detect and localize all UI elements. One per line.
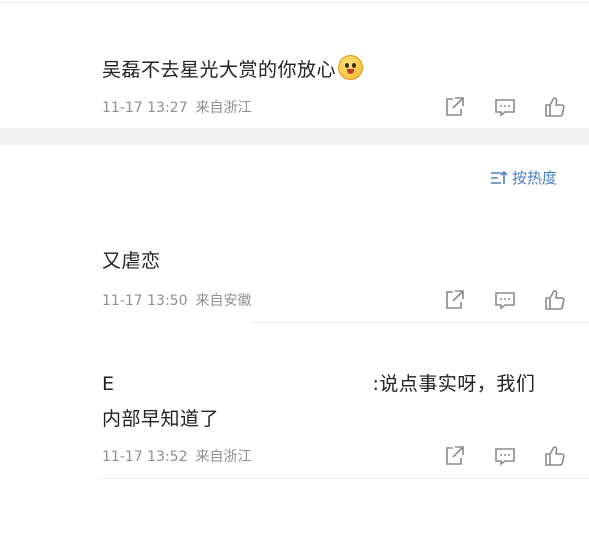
comment-3-time: 11-17 13:52 xyxy=(102,449,188,465)
comment-3-actions xyxy=(440,444,570,468)
comment-2-location: 来自安徽 xyxy=(195,293,252,309)
sort-lines-icon xyxy=(490,170,508,190)
comment-2-text: 又虐恋 xyxy=(102,246,161,276)
share-icon xyxy=(446,97,464,116)
comment-3-line-1: E :说点事实呀，我们 xyxy=(102,369,535,399)
top-divider xyxy=(0,2,589,3)
share-icon xyxy=(446,446,464,465)
comment-divider xyxy=(100,478,589,479)
comment-1-actions xyxy=(440,95,570,119)
comment-1-time: 11-17 13:27 xyxy=(102,100,188,116)
section-separator xyxy=(0,128,589,145)
like-icon xyxy=(545,446,565,466)
sort-label: 按热度 xyxy=(512,169,558,187)
comment-2-meta: 11-17 13:50 来自安徽 xyxy=(102,290,251,310)
like-button[interactable] xyxy=(543,288,567,312)
comment-1-text: 吴磊不去星光大赏的你放心 xyxy=(102,55,364,85)
comment-button[interactable] xyxy=(493,95,517,119)
comment-divider xyxy=(250,322,589,323)
comment-1-meta: 11-17 13:27 来自浙江 xyxy=(102,97,251,117)
like-button[interactable] xyxy=(543,95,567,119)
comment-button[interactable] xyxy=(493,288,517,312)
comment-3-location: 来自浙江 xyxy=(195,449,252,465)
comment-3-line-2-tail: 了 xyxy=(199,408,220,430)
comment-1-location: 来自浙江 xyxy=(195,100,252,116)
comment-icon xyxy=(495,448,515,466)
share-button[interactable] xyxy=(442,288,466,312)
redacted-region xyxy=(115,373,373,393)
share-icon xyxy=(446,290,464,309)
comment-2-body: 又虐恋 xyxy=(102,250,161,272)
comment-icon xyxy=(495,99,515,117)
sort-by-heat-button[interactable]: 按热度 xyxy=(490,167,557,190)
comment-2-time: 11-17 13:50 xyxy=(102,293,188,309)
comment-feed: 吴磊不去星光大赏的你放心 11-17 13:27 来自浙江 按热度 又虐恋 11-… xyxy=(0,0,589,551)
comment-3-line-2-text: 内部早知道 xyxy=(102,408,200,430)
comment-1-body: 吴磊不去星光大赏的你放心 xyxy=(102,59,337,81)
comment-3-line-2: 内部早知道了 xyxy=(102,404,219,434)
like-button[interactable] xyxy=(543,444,567,468)
comment-3-prefix: E xyxy=(102,373,115,395)
share-button[interactable] xyxy=(442,444,466,468)
like-icon xyxy=(545,290,565,310)
comment-3-meta: 11-17 13:52 来自浙江 xyxy=(102,446,251,466)
comment-3-line-1-text: :说点事实呀，我们 xyxy=(372,373,536,395)
share-button[interactable] xyxy=(442,95,466,119)
comment-2-actions xyxy=(440,288,570,312)
comment-button[interactable] xyxy=(493,444,517,468)
tongue-out-face-emoji-icon xyxy=(338,55,364,80)
like-icon xyxy=(545,97,565,117)
comment-icon xyxy=(495,292,515,310)
